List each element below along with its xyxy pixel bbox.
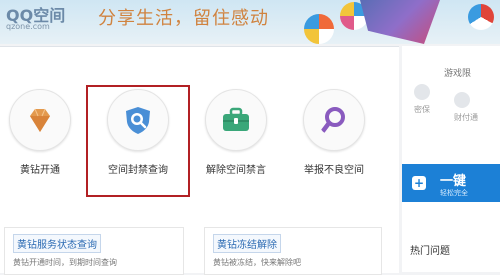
plus-icon: + xyxy=(412,176,426,190)
umbrella-decoration xyxy=(360,0,440,44)
card-status-query[interactable]: 黄钻服务状态查询 黄钻开通时间，到期时间查询 xyxy=(4,227,184,275)
lock-icon xyxy=(414,84,430,100)
user-icon xyxy=(454,92,470,108)
service-label: 举报不良空间 xyxy=(304,165,364,176)
sidebar: 游戏限 密保 财付通 xyxy=(402,46,500,272)
sidebar-item[interactable]: 密保 xyxy=(414,104,430,115)
sidebar-item[interactable]: 财付通 xyxy=(454,112,478,123)
card-unfreeze[interactable]: 黄钻冻结解除 黄钻被冻结，快来解除吧 xyxy=(204,227,382,275)
promo-subtitle: 轻松完全 xyxy=(440,189,468,197)
service-circle xyxy=(205,89,267,151)
card-title[interactable]: 黄钻冻结解除 xyxy=(213,234,281,253)
beach-ball-icon xyxy=(304,14,334,44)
service-report[interactable]: 举报不良空间 xyxy=(294,89,374,176)
service-circle xyxy=(303,89,365,151)
header-banner: QQ空间 qzone.com 分享生活，留住感动 xyxy=(0,0,500,44)
service-yellow-diamond[interactable]: 黄钻开通 xyxy=(0,89,80,176)
toolbox-icon xyxy=(223,107,249,131)
logo-url: qzone.com xyxy=(6,22,50,31)
diamond-icon xyxy=(30,108,50,132)
main-panel: 黄钻开通 空间封禁查询 解除空间禁言 举报不良空间 黄钻服务状态查询 黄钻开通时… xyxy=(0,46,399,275)
card-desc: 黄钻开通时间，到期时间查询 xyxy=(13,258,117,267)
search-magnifier-icon xyxy=(320,107,345,134)
hot-questions-title: 热门问题 xyxy=(410,246,450,257)
card-desc: 黄钻被冻结，快来解除吧 xyxy=(213,258,301,267)
service-circle xyxy=(9,89,71,151)
sidebar-title: 游戏限 xyxy=(444,69,472,79)
promo-banner[interactable]: + 一键 轻松完全 xyxy=(402,164,500,202)
service-unmute[interactable]: 解除空间禁言 xyxy=(196,89,276,176)
promo-title: 一键 xyxy=(440,174,467,189)
beach-ball-icon xyxy=(468,4,494,30)
service-label: 黄钻开通 xyxy=(20,165,60,176)
service-label: 解除空间禁言 xyxy=(206,165,266,176)
card-title[interactable]: 黄钻服务状态查询 xyxy=(13,234,101,253)
slogan: 分享生活，留住感动 xyxy=(98,8,269,29)
highlight-box xyxy=(86,85,190,197)
